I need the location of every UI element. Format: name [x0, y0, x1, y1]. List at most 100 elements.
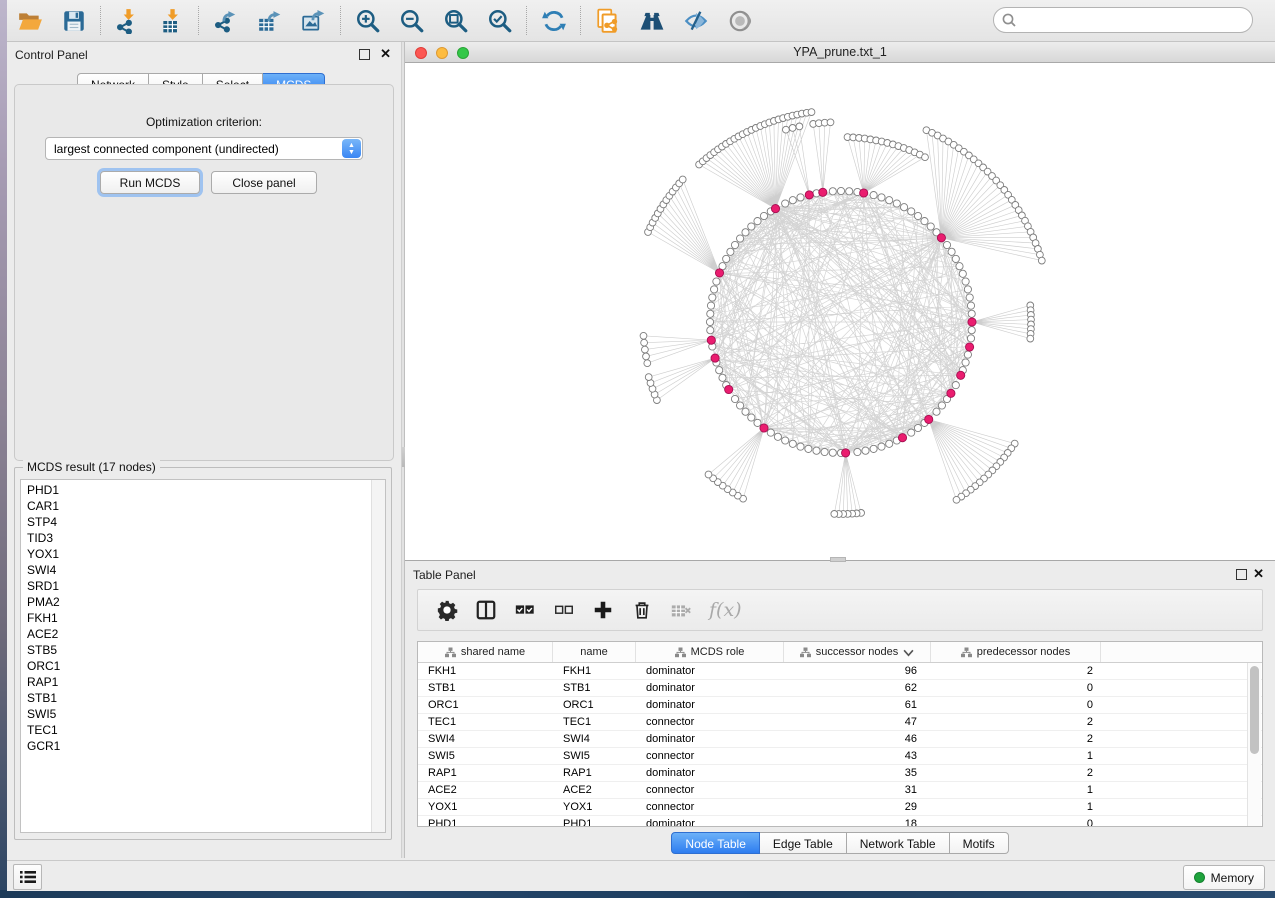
table-row[interactable]: FKH1FKH1dominator962 [418, 663, 1262, 680]
close-panel-icon[interactable]: ✕ [1253, 566, 1264, 581]
binoculars-icon [639, 8, 665, 34]
table-row[interactable]: RAP1RAP1dominator352 [418, 765, 1262, 782]
task-history-button[interactable] [13, 864, 42, 890]
table-row[interactable]: STB1STB1dominator620 [418, 680, 1262, 697]
search-input[interactable] [1021, 12, 1244, 28]
delete-column-button[interactable] [629, 597, 655, 623]
tab-node-table[interactable]: Node Table [671, 832, 760, 854]
network-view-window: YPA_prune.txt_1 [405, 42, 1275, 561]
table-row[interactable]: TEC1TEC1connector472 [418, 714, 1262, 731]
table-row[interactable]: SWI4SWI4dominator462 [418, 731, 1262, 748]
mcds-result-item[interactable]: STB1 [21, 690, 385, 706]
memory-button[interactable]: Memory [1183, 865, 1265, 890]
mcds-result-item[interactable]: YOX1 [21, 546, 385, 562]
columns-button[interactable] [473, 597, 499, 623]
table-row[interactable]: SWI5SWI5connector431 [418, 748, 1262, 765]
column-header-empty[interactable] [1101, 642, 1262, 662]
table-panel-title: Table Panel [413, 568, 476, 582]
mcds-result-item[interactable]: CAR1 [21, 498, 385, 514]
mcds-result-item[interactable]: RAP1 [21, 674, 385, 690]
mcds-result-item[interactable]: STP4 [21, 514, 385, 530]
add-column-button[interactable] [590, 597, 616, 623]
export-network-button[interactable] [211, 7, 241, 35]
gear-icon [436, 599, 458, 621]
export-table-button[interactable] [255, 7, 285, 35]
table-toolbar: f(x) [417, 589, 1263, 631]
hide-graphics-button[interactable] [681, 7, 711, 35]
table-scrollbar[interactable] [1247, 663, 1261, 826]
import-network-icon [115, 8, 141, 34]
optimization-criterion-select[interactable]: largest connected component (undirected)… [45, 137, 363, 160]
zoom-fit-button[interactable] [441, 7, 471, 35]
column-header-shared-name[interactable]: shared name [418, 642, 553, 662]
mcds-result-item[interactable]: ACE2 [21, 626, 385, 642]
select-all-button[interactable] [512, 597, 538, 623]
close-panel-button[interactable]: Close panel [211, 171, 317, 194]
mcds-result-item[interactable]: SRD1 [21, 578, 385, 594]
column-header-predecessor-nodes[interactable]: predecessor nodes [931, 642, 1101, 662]
tab-network-table[interactable]: Network Table [847, 832, 950, 854]
toolbar-separator [198, 6, 199, 35]
mcds-result-list[interactable]: PHD1CAR1STP4TID3YOX1SWI4SRD1PMA2FKH1ACE2… [20, 479, 386, 833]
application-window: Control Panel ✕ NetworkStyleSelectMCDS O… [0, 0, 1275, 898]
column-header-name[interactable]: name [553, 642, 636, 662]
float-panel-icon[interactable] [359, 49, 370, 60]
mcds-result-item[interactable]: PHD1 [21, 482, 385, 498]
mcds-result-item[interactable]: PMA2 [21, 594, 385, 610]
control-panel-title: Control Panel [15, 48, 88, 62]
close-panel-icon[interactable]: ✕ [380, 46, 391, 61]
import-network-button[interactable] [113, 7, 143, 35]
mcds-result-item[interactable]: TEC1 [21, 722, 385, 738]
table-row[interactable]: ACE2ACE2connector311 [418, 782, 1262, 799]
table-row[interactable]: ORC1ORC1dominator610 [418, 697, 1262, 714]
search-mag-icon [1002, 13, 1016, 27]
preview-eye-button[interactable] [725, 7, 755, 35]
refresh-button[interactable] [539, 7, 569, 35]
binoculars-button[interactable] [637, 7, 667, 35]
export-network-icon [213, 8, 239, 34]
zoom-fit-icon [443, 8, 469, 34]
import-table-button[interactable] [157, 7, 187, 35]
zoom-out-icon [399, 8, 425, 34]
mcds-result-item[interactable]: TID3 [21, 530, 385, 546]
open-button[interactable] [15, 7, 45, 35]
mcds-result-item[interactable]: ORC1 [21, 658, 385, 674]
zoom-selected-button[interactable] [485, 7, 515, 35]
memory-status-icon [1194, 872, 1205, 883]
main-toolbar [7, 0, 1275, 42]
share-network-button[interactable] [593, 7, 623, 35]
search-box[interactable] [993, 7, 1253, 33]
zoom-in-button[interactable] [353, 7, 383, 35]
table-row[interactable]: YOX1YOX1connector291 [418, 799, 1262, 816]
control-panel: Control Panel ✕ NetworkStyleSelectMCDS O… [7, 42, 401, 858]
mcds-list-scrollbar[interactable] [371, 480, 385, 832]
zoom-out-button[interactable] [397, 7, 427, 35]
tab-edge-table[interactable]: Edge Table [760, 832, 847, 854]
scrollbar-thumb[interactable] [1250, 666, 1259, 754]
add-column-icon [592, 599, 614, 621]
table-row[interactable]: PHD1PHD1dominator180 [418, 816, 1262, 827]
column-header-successor-nodes[interactable]: successor nodes [784, 642, 931, 662]
mcds-result-item[interactable]: STB5 [21, 642, 385, 658]
run-mcds-button[interactable]: Run MCDS [100, 171, 200, 194]
float-panel-icon[interactable] [1236, 569, 1247, 580]
desktop-wallpaper-bottom [0, 890, 1275, 898]
toolbar-separator [580, 6, 581, 35]
toolbar-separator [340, 6, 341, 35]
mcds-result-item[interactable]: SWI4 [21, 562, 385, 578]
mcds-result-item[interactable]: SWI5 [21, 706, 385, 722]
deselect-all-button[interactable] [551, 597, 577, 623]
delete-table-button [668, 597, 694, 623]
save-button[interactable] [59, 7, 89, 35]
tab-motifs[interactable]: Motifs [950, 832, 1009, 854]
mcds-result-item[interactable]: GCR1 [21, 738, 385, 754]
export-image-button[interactable] [299, 7, 329, 35]
network-window-titlebar[interactable]: YPA_prune.txt_1 [405, 42, 1275, 63]
table-panel-tabs: Node TableEdge TableNetwork TableMotifs [405, 832, 1275, 854]
mcds-result-item[interactable]: FKH1 [21, 610, 385, 626]
gear-button[interactable] [434, 597, 460, 623]
network-canvas[interactable] [405, 63, 1275, 560]
list-icon [19, 869, 37, 885]
share-network-icon [595, 8, 621, 34]
column-header-MCDS-role[interactable]: MCDS role [636, 642, 784, 662]
